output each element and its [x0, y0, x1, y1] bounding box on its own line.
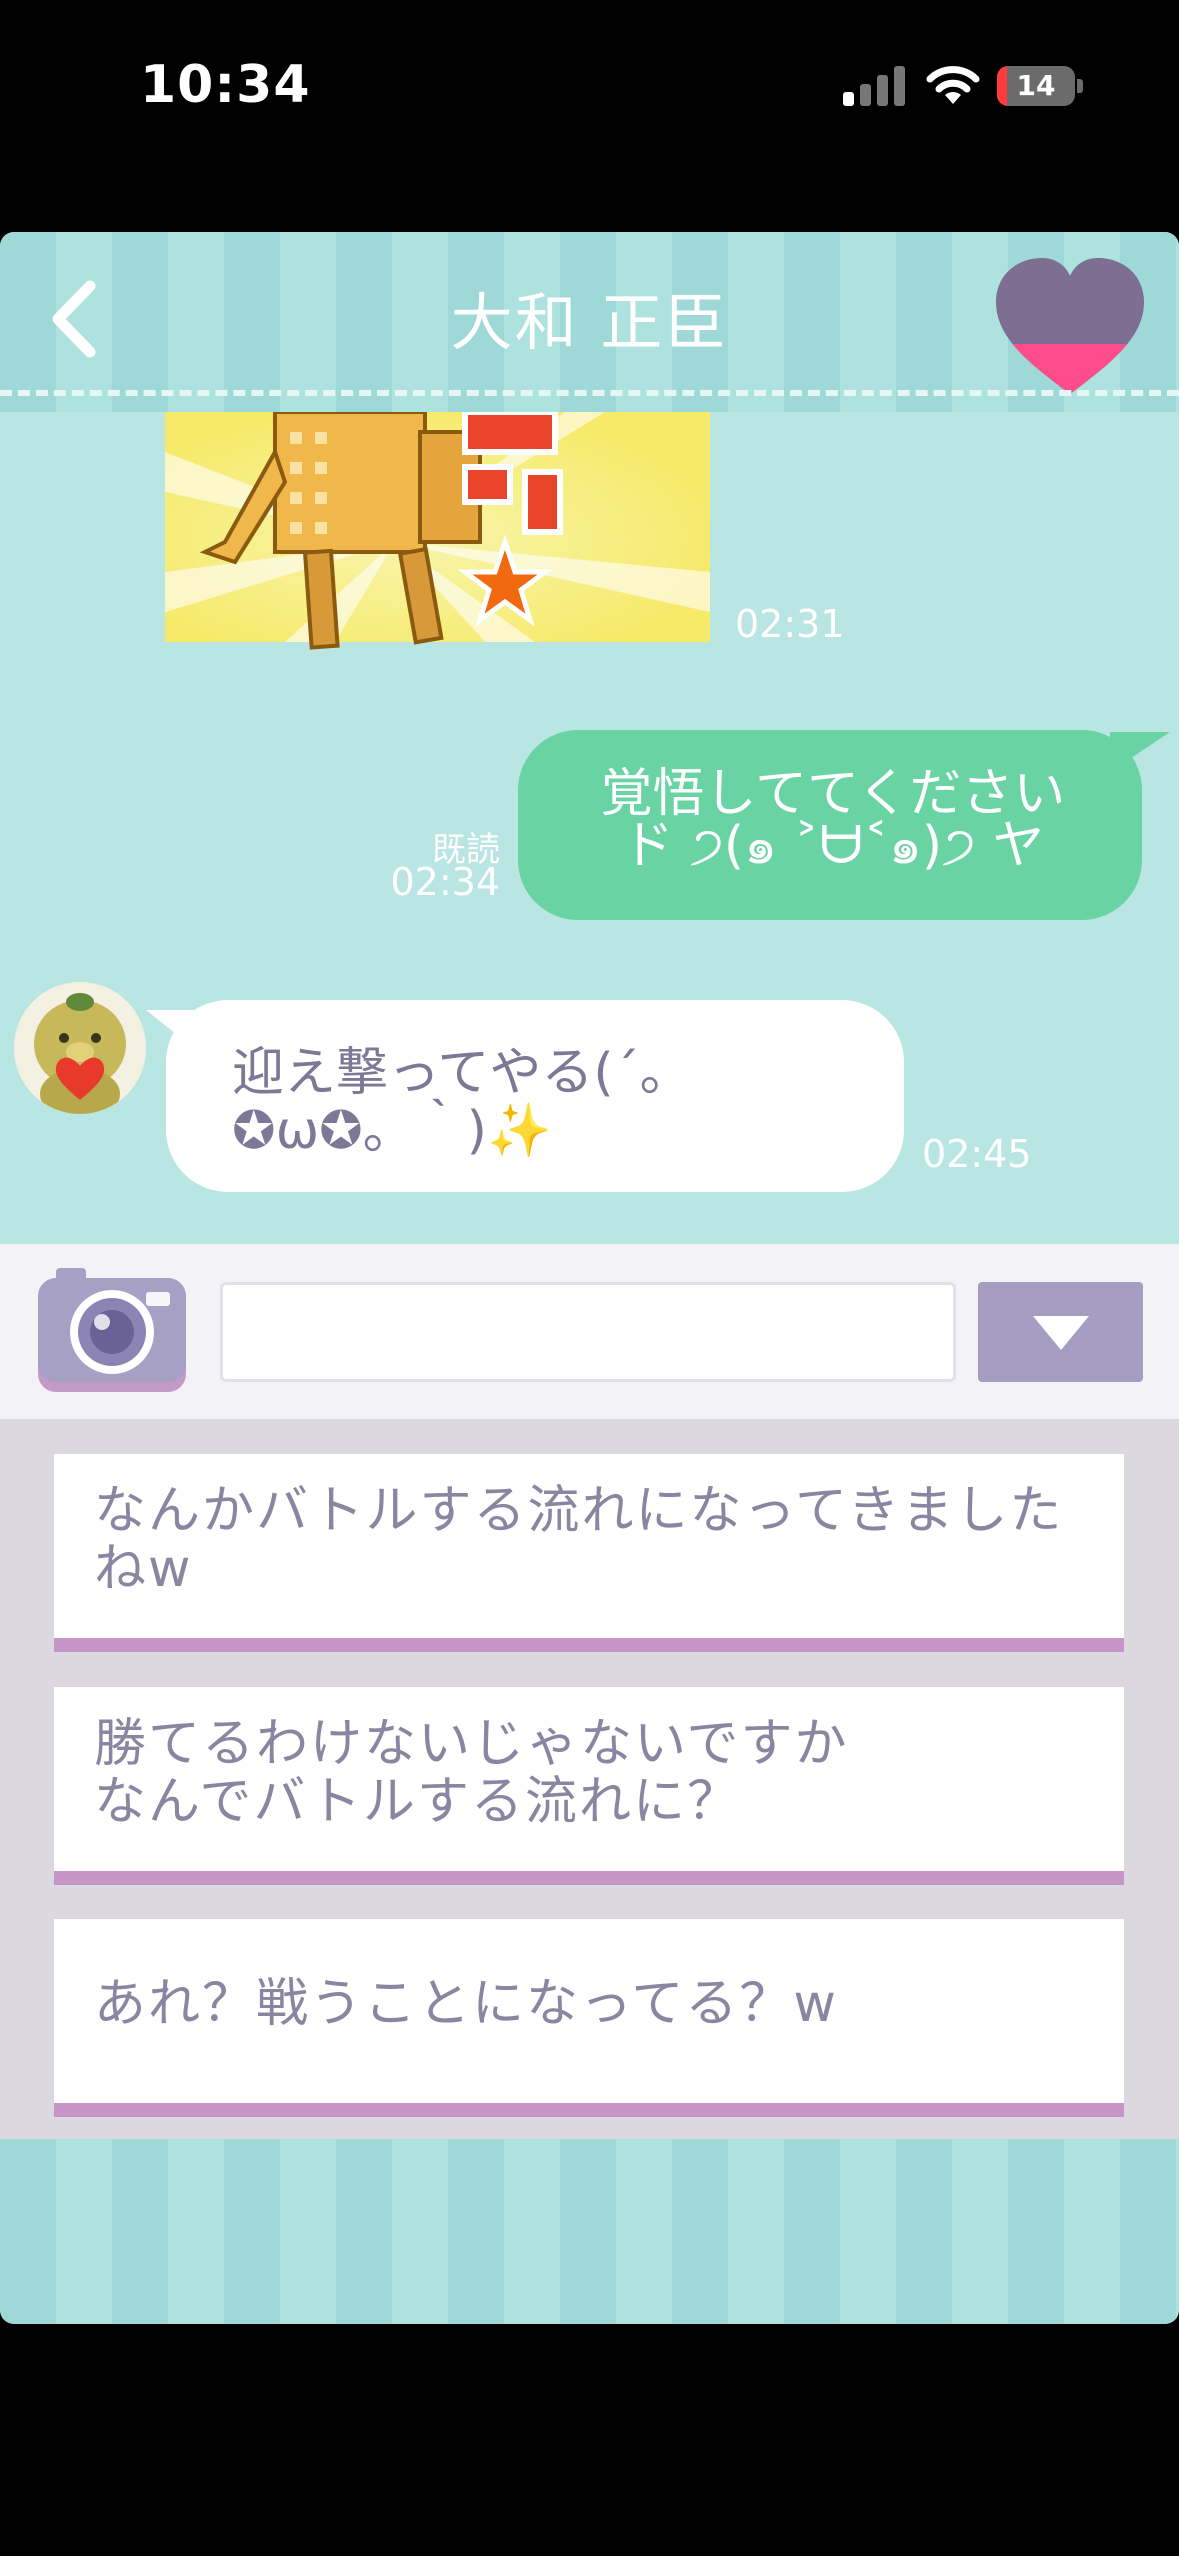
their-message-text: 迎え撃ってやる(´。 ✪ω✪。｀)✨ — [232, 1043, 692, 1161]
message-input[interactable] — [220, 1282, 956, 1382]
sticker-image — [165, 412, 710, 650]
reply-choice-text: なんかバトルする流れになってきました ねw — [94, 1481, 1064, 1599]
chat-history[interactable]: 02:31 覚悟しててください ド ੭(๑ ˃ᗨ˂๑)੭ ヤ 既読 02:34 … — [0, 412, 1179, 1242]
battery-level: 14 — [1016, 69, 1056, 102]
status-time: 10:34 — [140, 55, 311, 115]
reply-choices: なんかバトルする流れになってきました ねw 勝てるわけないじゃないですか なんで… — [0, 1419, 1179, 2139]
heart-icon[interactable] — [990, 252, 1150, 402]
my-bubble-tail — [1110, 732, 1170, 772]
battery-nub — [1077, 79, 1083, 93]
cellular-signal-icon — [843, 62, 905, 106]
reply-choice[interactable]: なんかバトルする流れになってきました ねw — [54, 1454, 1124, 1652]
my-message-bubble[interactable]: 覚悟しててください ド ੭(๑ ˃ᗨ˂๑)੭ ヤ — [518, 730, 1142, 920]
choices-toggle-button[interactable] — [978, 1282, 1143, 1382]
footer-bar — [0, 2139, 1179, 2324]
reply-choice-text: あれ？戦うことになってる？w — [94, 1974, 838, 2034]
message-time: 02:34 — [390, 860, 500, 904]
avatar[interactable] — [14, 982, 146, 1114]
header-bar: 大和 正臣 — [0, 232, 1179, 412]
chat-app: 大和 正臣 02:31 覚悟しててください ド ੭(๑ ˃ᗨ˂๑)੭ ヤ 既読 … — [0, 232, 1179, 2324]
input-bar — [0, 1244, 1179, 1419]
wifi-icon — [926, 66, 980, 104]
message-time: 02:45 — [922, 1132, 1032, 1176]
reply-choice[interactable]: あれ？戦うことになってる？w — [54, 1919, 1124, 2117]
reply-choice[interactable]: 勝てるわけないじゃないですか なんでバトルする流れに？ — [54, 1687, 1124, 1885]
reply-choice-text: 勝てるわけないじゃないですか なんでバトルする流れに？ — [94, 1714, 849, 1832]
my-message-text: 覚悟しててください ド ੭(๑ ˃ᗨ˂๑)੭ ヤ — [600, 764, 1066, 876]
header-divider — [0, 390, 1179, 396]
their-message-bubble[interactable]: 迎え撃ってやる(´。 ✪ω✪。｀)✨ — [166, 1000, 904, 1192]
message-time: 02:31 — [735, 602, 845, 646]
triangle-down-icon — [1033, 1316, 1089, 1350]
camera-icon[interactable] — [36, 1266, 188, 1394]
